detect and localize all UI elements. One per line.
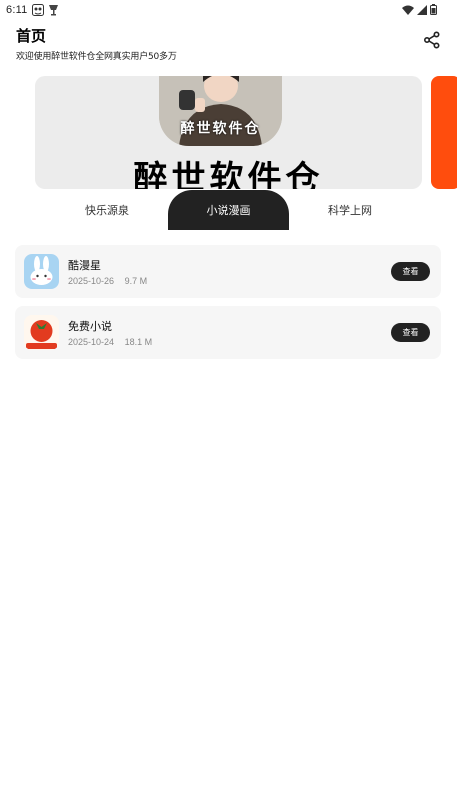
app-meta: 2025-10-24 18.1 M (68, 337, 152, 347)
status-notification-icons (32, 4, 59, 16)
app-name: 酷漫星 (68, 259, 101, 272)
banner-avatar-text: 醉世软件仓 (180, 121, 261, 137)
tab-label: 快乐源泉 (85, 204, 129, 217)
status-time: 6:11 (6, 4, 28, 16)
banner-avatar: 醉世软件仓 (159, 76, 282, 146)
app-name: 免费小说 (68, 320, 112, 333)
tomato-icon (24, 315, 59, 350)
tab-novel-comic[interactable]: 小说漫画 (168, 190, 289, 230)
page-title: 首页 (16, 28, 47, 45)
battery-icon (430, 4, 437, 15)
list-item[interactable]: 酷漫星 2025-10-26 9.7 M 查看 (15, 245, 441, 298)
view-button[interactable]: 查看 (391, 323, 430, 342)
app-date: 2025-10-26 (68, 276, 115, 286)
app-meta: 2025-10-26 9.7 M (68, 276, 147, 286)
tab-label: 小说漫画 (206, 204, 251, 217)
banner-headline: 醉世软件仓 (133, 159, 324, 189)
banner-next-slide[interactable] (431, 76, 457, 189)
status-bar: 6:11 (0, 0, 457, 20)
tab-label: 科学上网 (328, 204, 372, 217)
app-size: 9.7 M (124, 276, 148, 286)
list-item[interactable]: 免费小说 2025-10-24 18.1 M 查看 (15, 306, 441, 359)
signal-icon (417, 4, 427, 15)
app-size: 18.1 M (124, 337, 153, 347)
tab-happy-source[interactable]: 快乐源泉 (47, 190, 167, 230)
app-date: 2025-10-24 (68, 337, 115, 347)
banner-slide[interactable]: 醉世软件仓 醉世软件仓 (35, 76, 422, 189)
share-icon[interactable] (423, 31, 441, 49)
status-system-icons (402, 4, 437, 15)
app-list: 酷漫星 2025-10-26 9.7 M 查看 免费小说 2025-10-24 … (15, 245, 441, 367)
rabbit-icon (24, 254, 59, 289)
tab-science-web[interactable]: 科学上网 (290, 190, 410, 230)
category-tabs: 快乐源泉 小说漫画 科学上网 (0, 190, 457, 230)
view-button[interactable]: 查看 (391, 262, 430, 281)
wifi-icon (402, 5, 414, 15)
cup-app-icon (49, 5, 59, 16)
page-subtitle: 欢迎使用醉世软件仓全网真实用户50多万 (16, 52, 177, 62)
header: 首页 欢迎使用醉世软件仓全网真实用户50多万 (16, 25, 441, 62)
panda-app-icon (32, 4, 45, 16)
